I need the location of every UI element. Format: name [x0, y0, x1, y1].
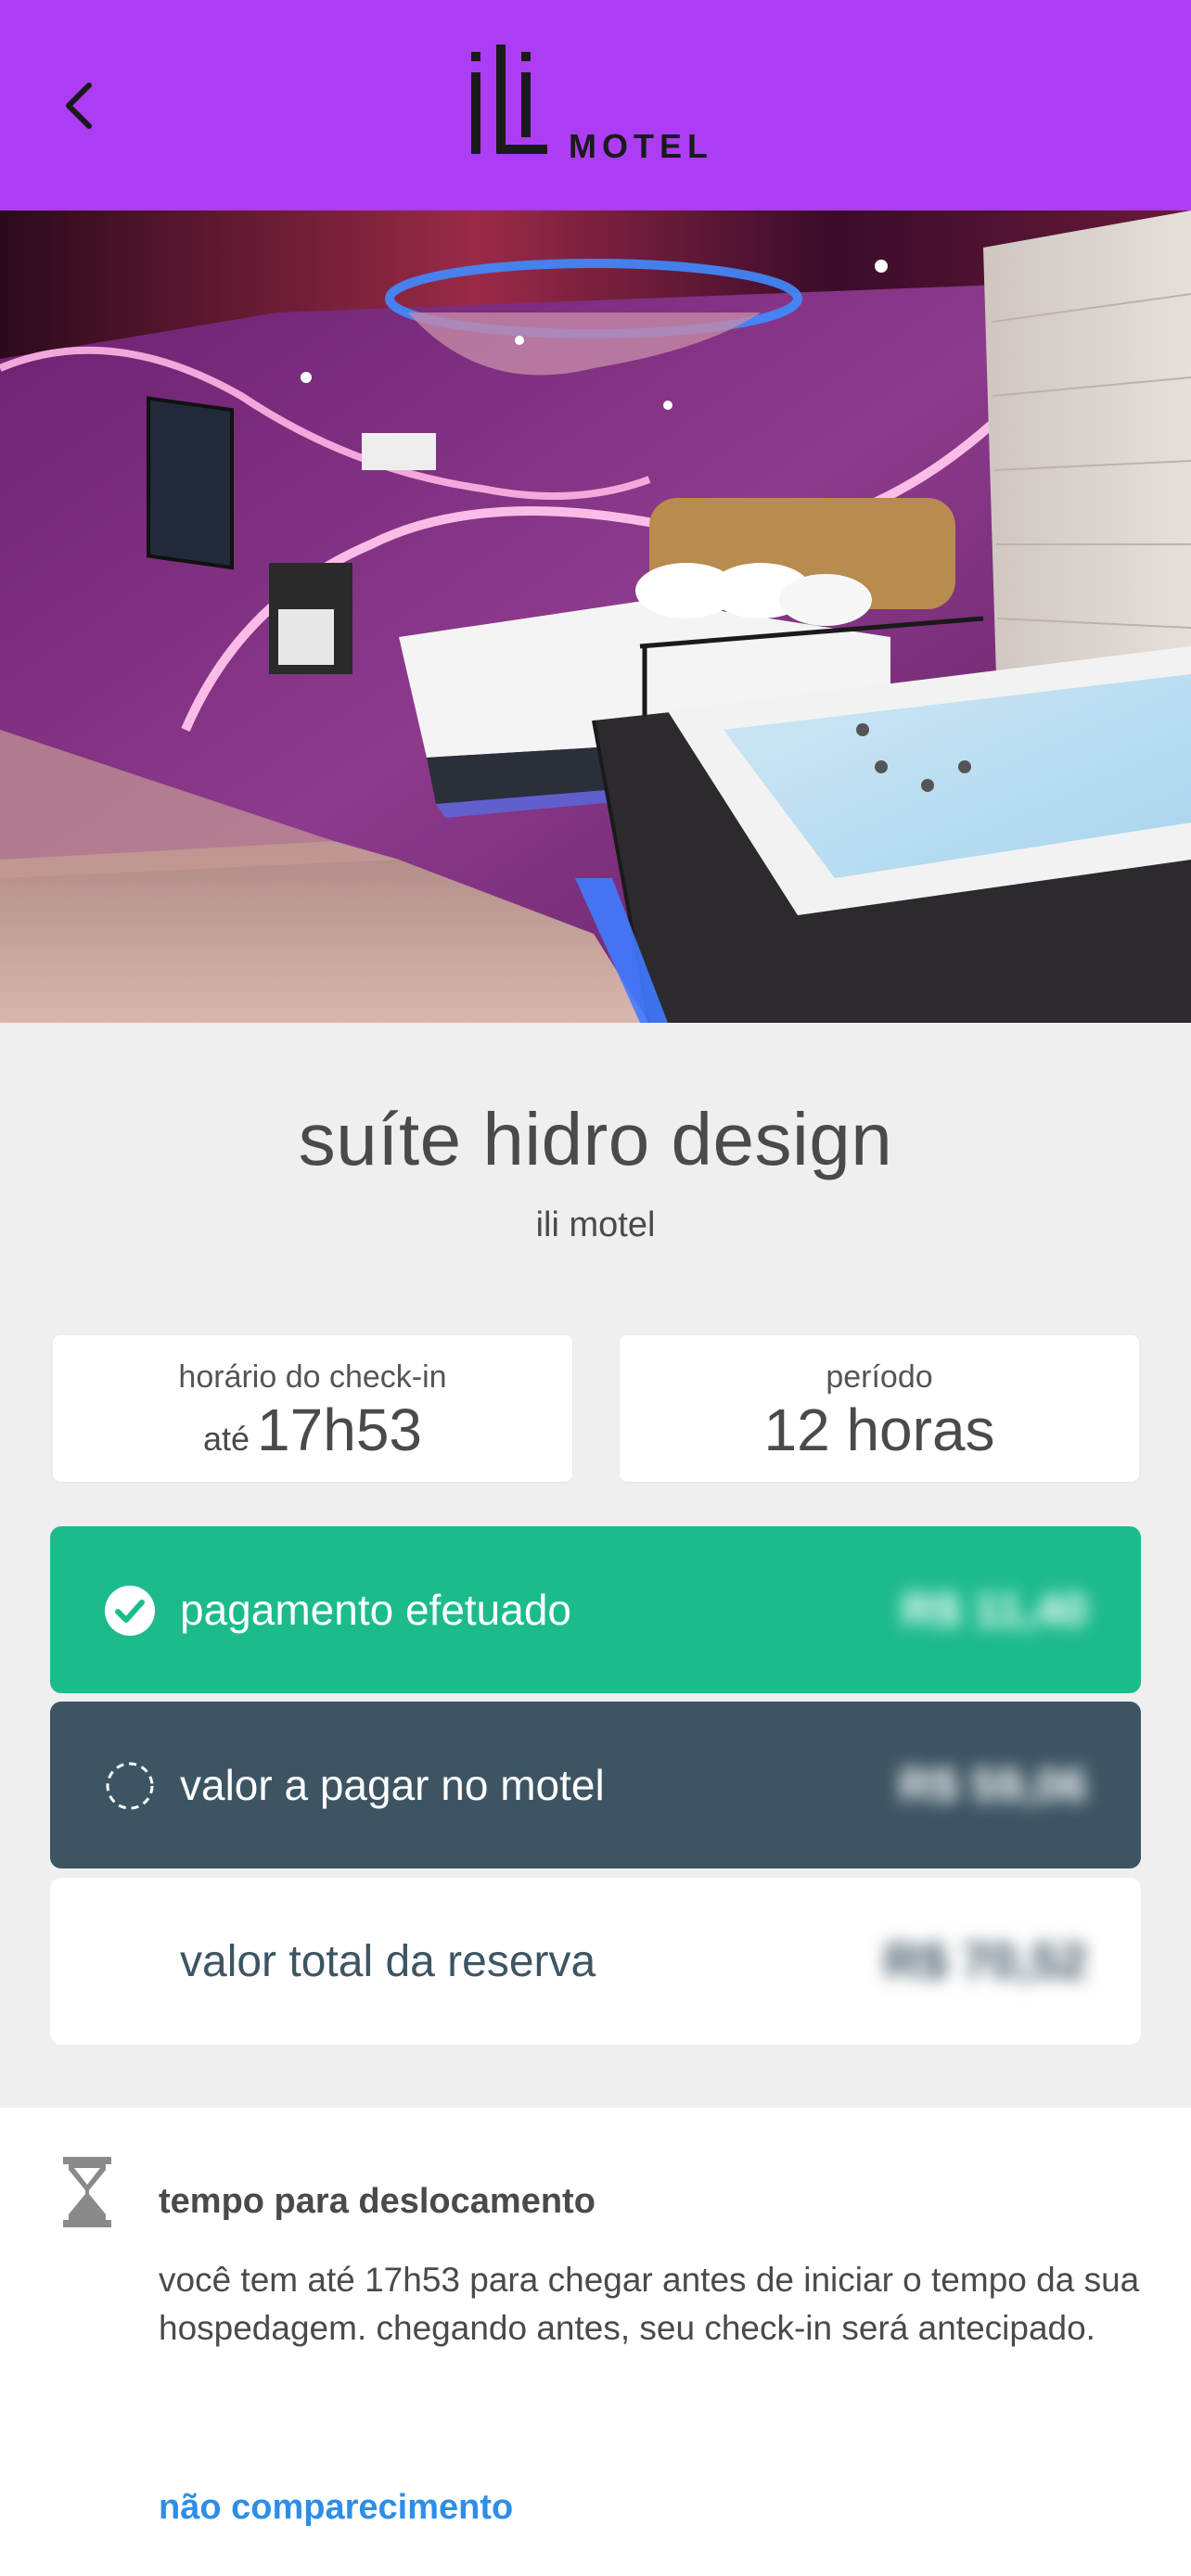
payment-made-row: pagamento efetuado R$ 11,40	[50, 1526, 1141, 1693]
checkin-card: horário do check-in até 17h53	[53, 1335, 572, 1482]
amount-due-value: R$ 59,06	[899, 1759, 1087, 1811]
period-card: período 12 horas	[620, 1335, 1139, 1482]
payment-made-label: pagamento efetuado	[180, 1586, 572, 1634]
period-label: período	[826, 1359, 933, 1395]
reservation-total-label: valor total da reserva	[180, 1936, 596, 1986]
checkin-prefix: até	[202, 1420, 250, 1458]
no-show-link[interactable]: não comparecimento	[159, 2488, 513, 2528]
checkin-value: até 17h53	[53, 1397, 572, 1472]
suite-photo	[0, 210, 1191, 1023]
ili-motel-logo: MOTEL	[464, 45, 733, 165]
payment-made-value: R$ 11,40	[901, 1584, 1087, 1636]
dashed-circle-icon	[106, 1762, 154, 1810]
check-circle-icon	[105, 1586, 155, 1636]
motel-name: ili motel	[535, 1205, 656, 1244]
checkin-time: 17h53	[257, 1396, 422, 1463]
travel-title: tempo para deslocamento	[159, 2182, 596, 2221]
checkin-label: horário do check-in	[178, 1359, 447, 1395]
period-value: 12 horas	[763, 1396, 995, 1463]
amount-due-label: valor a pagar no motel	[180, 1761, 605, 1809]
suite-title: suíte hidro design	[298, 1098, 893, 1180]
travel-description: você tem até 17h53 para chegar antes de …	[159, 2261, 1140, 2347]
reservation-total-value: R$ 70,52	[883, 1933, 1087, 1989]
top-bar: MOTEL	[0, 0, 1191, 210]
amount-due-row: valor a pagar no motel R$ 59,06	[50, 1702, 1141, 1868]
logo-word: MOTEL	[569, 127, 713, 165]
back-button[interactable]	[46, 69, 109, 143]
reservation-total-row: valor total da reserva R$ 70,52	[50, 1878, 1141, 2045]
hourglass-icon	[63, 2157, 111, 2227]
chevron-left-icon	[66, 83, 92, 129]
